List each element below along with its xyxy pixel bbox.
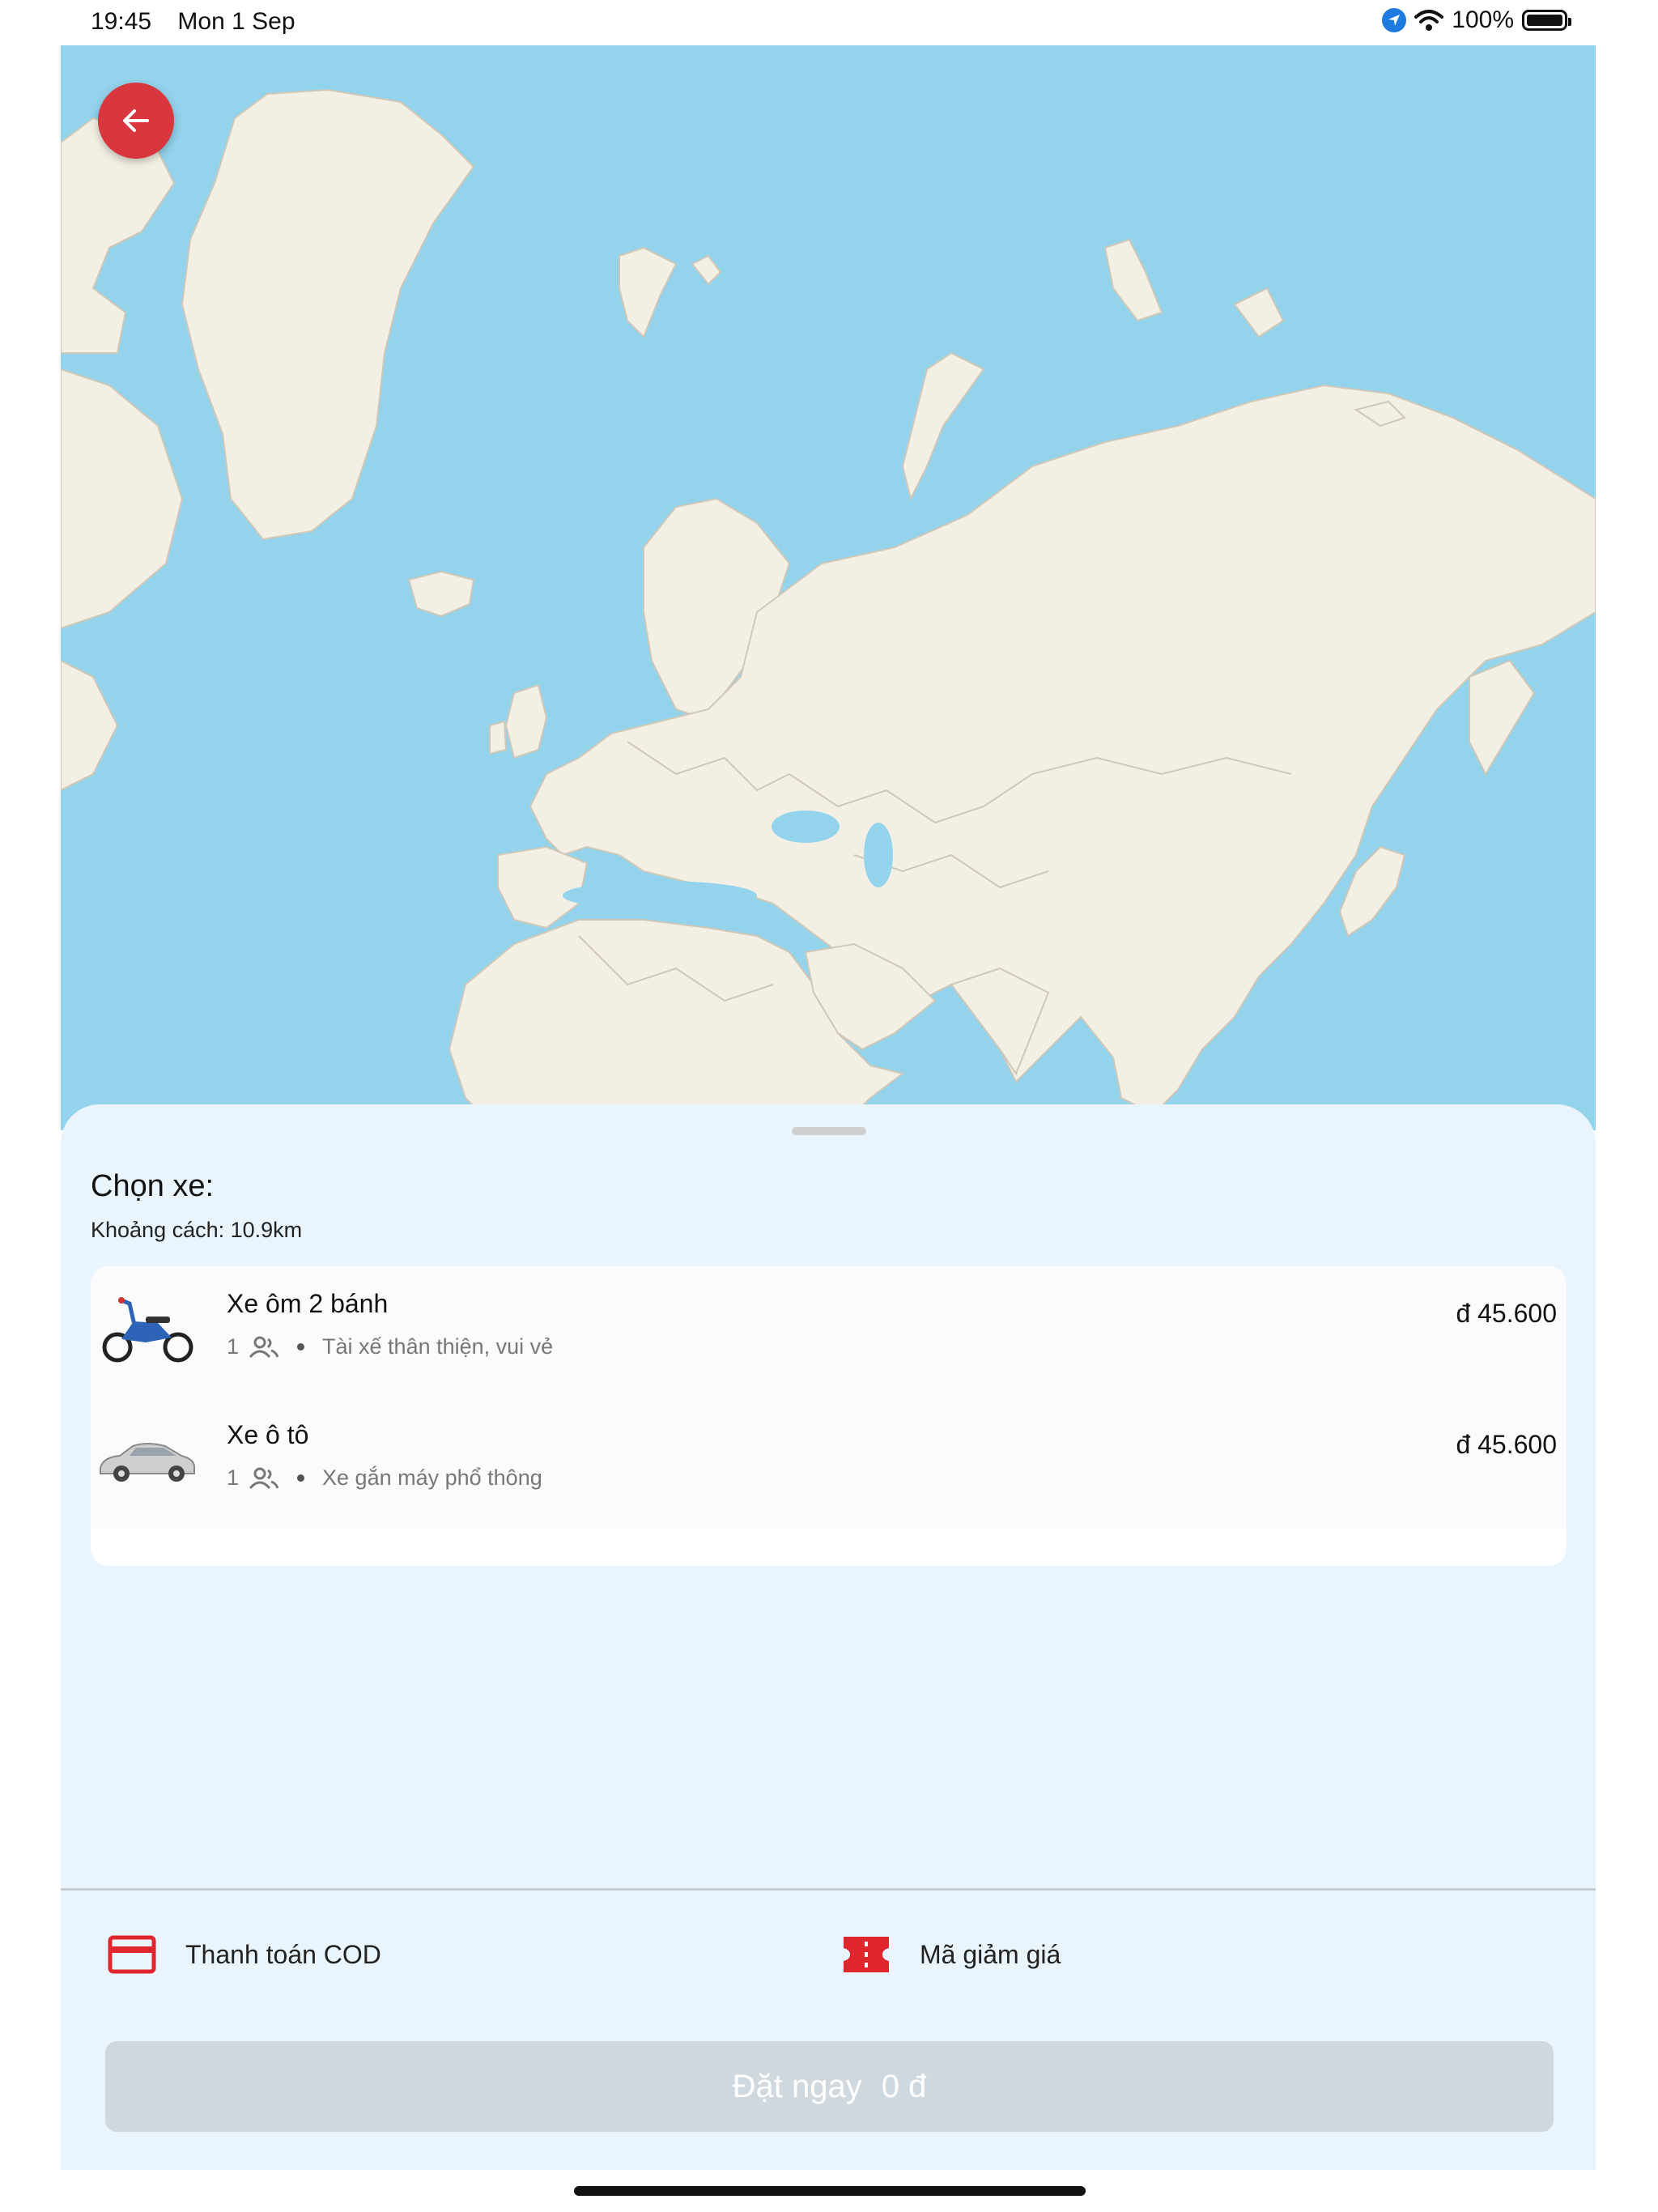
- status-bar: 19:45 Mon 1 Sep 100%: [0, 0, 1658, 45]
- scooter-icon: [102, 1297, 193, 1363]
- payment-method-button[interactable]: Thanh toán COD: [108, 1932, 381, 1977]
- status-time: 19:45: [91, 8, 152, 35]
- map-view[interactable]: [61, 45, 1596, 1130]
- separator-dot: [297, 1474, 305, 1482]
- distance-label: Khoảng cách: 10.9km: [91, 1218, 303, 1242]
- battery-percent: 100%: [1452, 6, 1514, 33]
- back-button[interactable]: [98, 83, 174, 159]
- car-icon: [100, 1443, 195, 1482]
- book-now-button[interactable]: Đặt ngay 0 đ: [105, 2041, 1554, 2132]
- vehicle-price: đ 45.600: [1456, 1299, 1557, 1328]
- passengers-icon: [249, 1336, 279, 1358]
- arrow-left-icon: [123, 109, 149, 132]
- vehicle-meta: 1 Xe gắn máy phổ thông: [227, 1465, 542, 1491]
- separator-dot: [297, 1343, 305, 1351]
- vehicle-option-car[interactable]: Xe ô tô 1 Xe gắn máy phổ thông đ 45.600: [91, 1397, 1567, 1529]
- vehicle-price: đ 45.600: [1456, 1430, 1557, 1459]
- passengers-icon: [249, 1467, 279, 1489]
- vehicle-description: Xe gắn máy phổ thông: [322, 1465, 542, 1490]
- home-indicator[interactable]: [574, 2186, 1086, 2196]
- payment-method-label: Thanh toán COD: [185, 1939, 381, 1969]
- voucher-label: Mã giảm giá: [920, 1939, 1061, 1969]
- status-indicators: 100%: [1382, 6, 1571, 34]
- world-map: [61, 88, 1596, 1130]
- book-button-amount: 0 đ: [881, 2068, 927, 2104]
- wifi-icon: [1414, 10, 1444, 31]
- status-date: Mon 1 Sep: [177, 8, 295, 35]
- voucher-button[interactable]: Mã giảm giá: [842, 1932, 1061, 1977]
- sheet-title: Chọn xe:: [91, 1169, 215, 1203]
- vehicle-description: Tài xế thân thiện, vui vẻ: [322, 1334, 554, 1359]
- vehicle-capacity: 1: [227, 1334, 240, 1359]
- sheet-grabber[interactable]: [792, 1127, 866, 1135]
- status-time-date: 19:45 Mon 1 Sep: [91, 8, 315, 36]
- vehicle-name: Xe ôm 2 bánh: [227, 1289, 389, 1318]
- vehicle-name: Xe ô tô: [227, 1420, 309, 1449]
- ticket-icon: [844, 1937, 889, 1972]
- vehicle-options-list: Xe ôm 2 bánh 1 Tài xế thân thiện, vui vẻ…: [91, 1266, 1567, 1566]
- battery-icon: [1522, 10, 1571, 31]
- credit-card-icon: [108, 1935, 156, 1974]
- vehicle-meta: 1 Tài xế thân thiện, vui vẻ: [227, 1334, 553, 1359]
- location-arrow-icon: [1382, 8, 1407, 32]
- vehicle-option-scooter[interactable]: Xe ôm 2 bánh 1 Tài xế thân thiện, vui vẻ…: [91, 1266, 1567, 1397]
- vehicle-capacity: 1: [227, 1465, 240, 1490]
- book-button-label: Đặt ngay: [732, 2068, 862, 2104]
